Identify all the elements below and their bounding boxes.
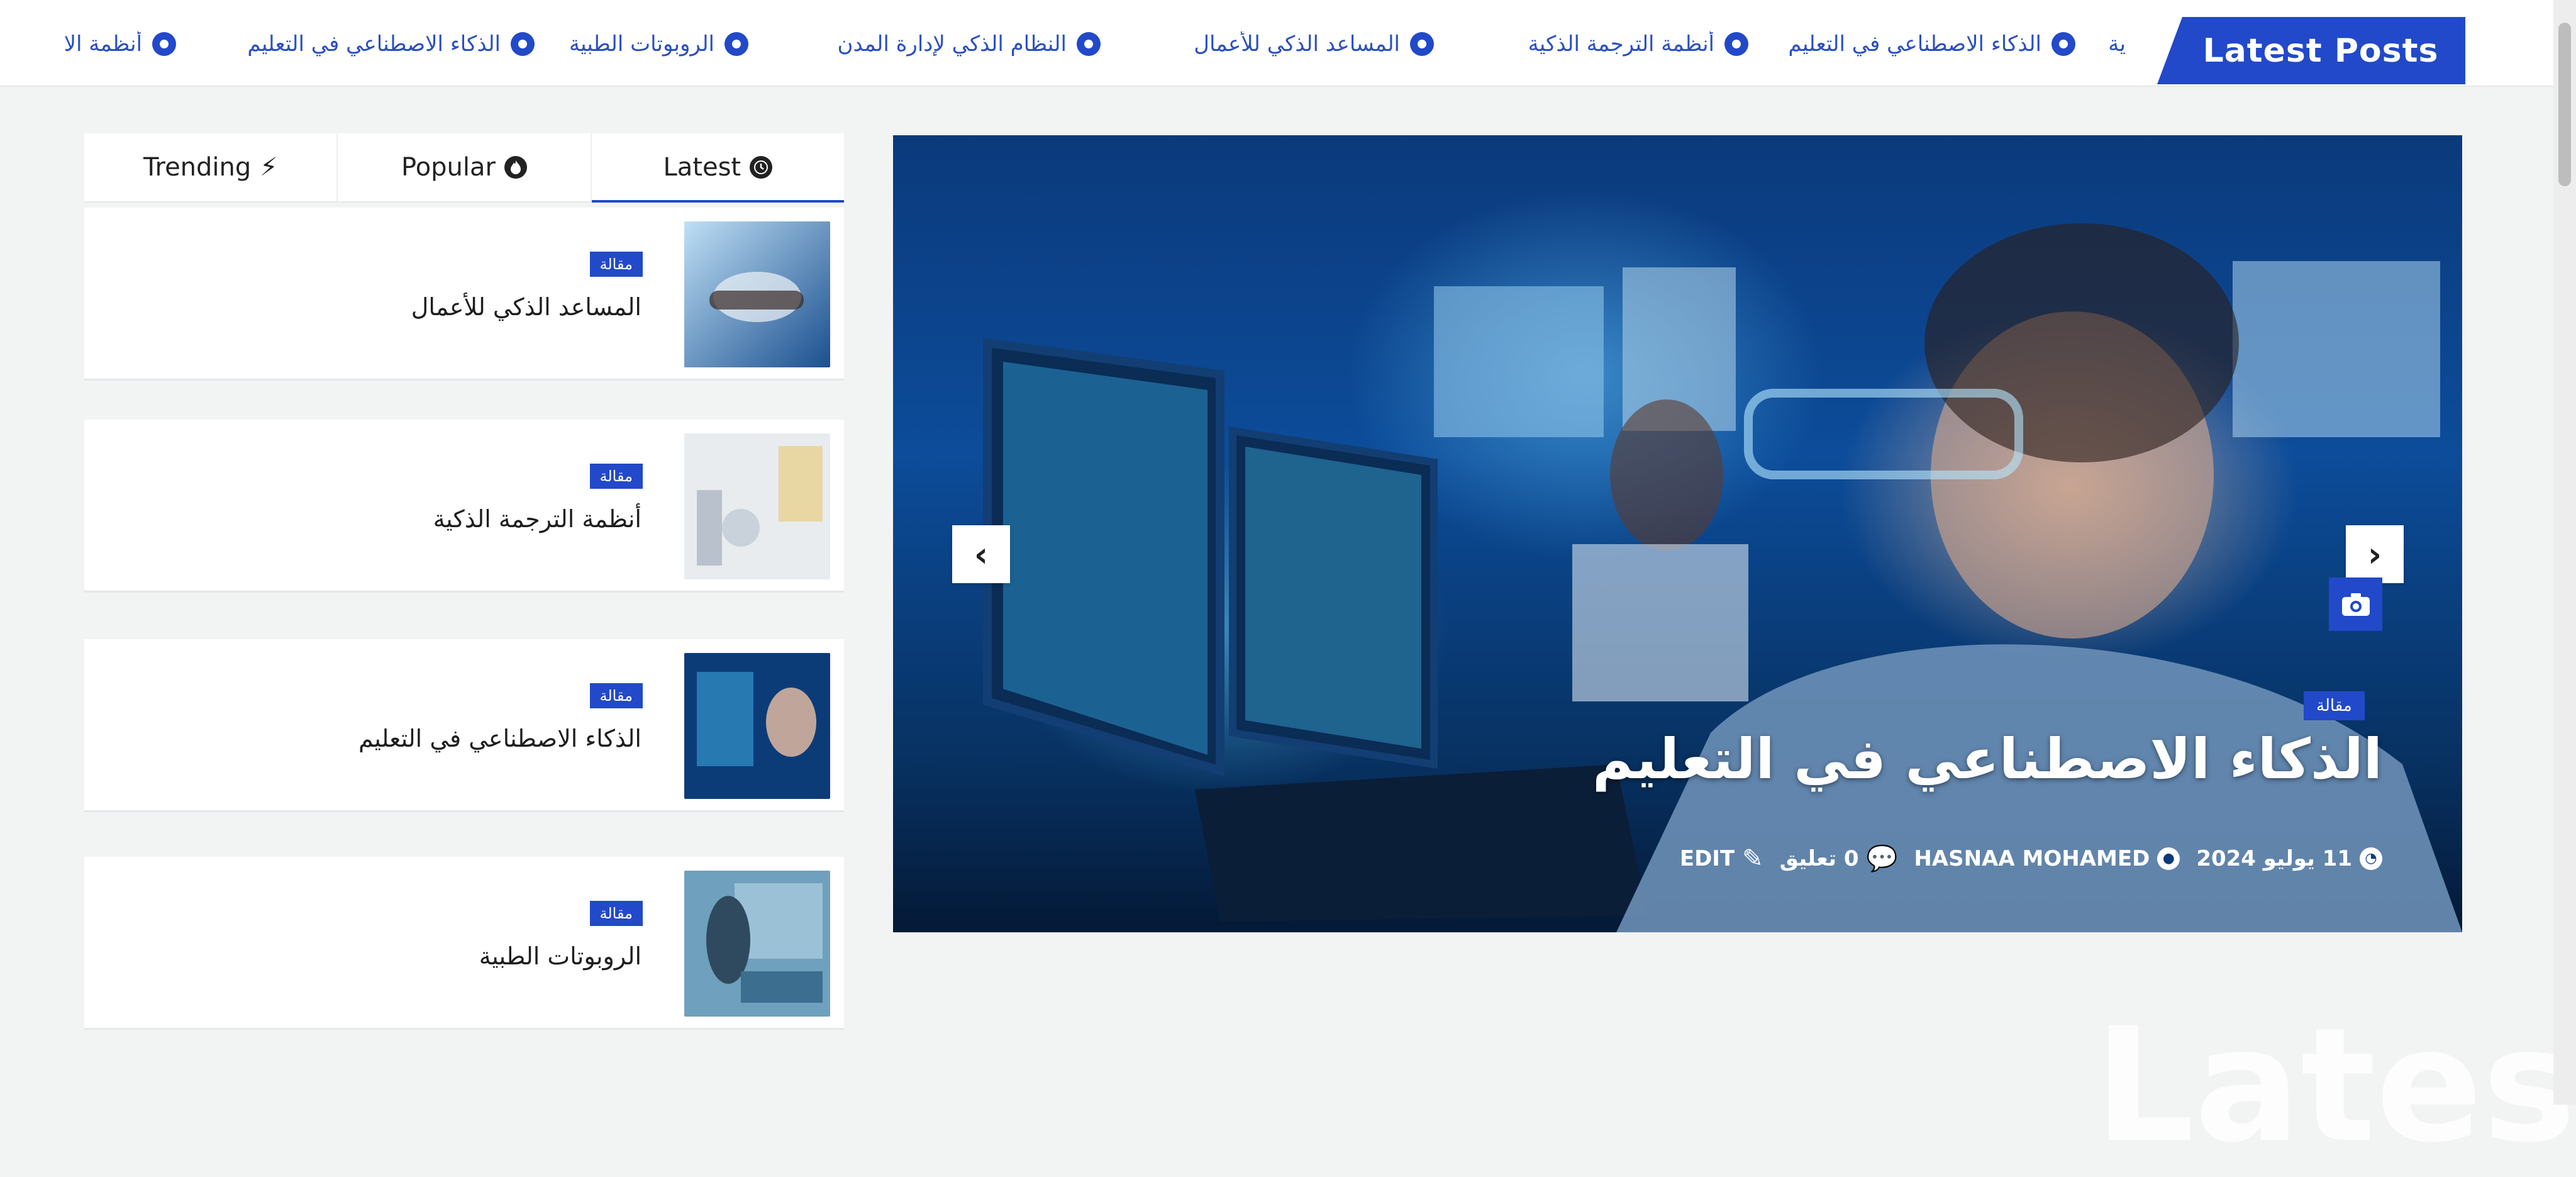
camera-icon bbox=[2341, 593, 2370, 616]
clock-icon: ◔ bbox=[2360, 847, 2382, 870]
post-thumbnail[interactable] bbox=[684, 871, 830, 1017]
meta-author[interactable]: ● HASNAA MOHAMED bbox=[1914, 846, 2180, 871]
user-icon: ● bbox=[2157, 847, 2180, 870]
post-author[interactable]: HASNAA MOHAMED bbox=[1914, 846, 2150, 871]
ticker-item-label[interactable]: الذكاء الاصطناعي في التعليم bbox=[1788, 31, 2041, 57]
category-badge[interactable]: مقالة bbox=[589, 252, 643, 277]
circle-icon bbox=[2051, 32, 2075, 56]
list-item[interactable]: مقالة المساعد الذكي للأعمال bbox=[84, 208, 844, 381]
ticker-item-label[interactable]: الذكاء الاصطناعي في التعليم bbox=[247, 31, 501, 57]
ticker-item[interactable]: المساعد الذكي للأعمال bbox=[1194, 31, 1434, 57]
post-title[interactable]: الذكاء الاصطناعي في التعليم bbox=[358, 725, 641, 752]
tab-trending[interactable]: Trending ⚡ bbox=[84, 133, 338, 201]
post-thumbnail[interactable] bbox=[684, 653, 830, 799]
news-ticker: ية الذكاء الاصطناعي في التعليم أنظمة الت… bbox=[0, 0, 2553, 87]
ticker-item[interactable]: أنظمة الترجمة الذكية bbox=[1528, 31, 1748, 57]
list-item[interactable]: مقالة أنظمة الترجمة الذكية bbox=[84, 420, 844, 593]
chevron-right-icon: › bbox=[2367, 534, 2382, 574]
ticker-label: Latest Posts bbox=[2157, 17, 2465, 84]
slider-prev-button[interactable]: ‹ bbox=[952, 525, 1010, 583]
category-badge[interactable]: مقالة bbox=[589, 464, 643, 489]
clock-icon bbox=[750, 156, 773, 179]
circle-icon bbox=[511, 32, 535, 56]
edit-link[interactable]: EDIT bbox=[1680, 846, 1735, 871]
bolt-icon: ⚡ bbox=[260, 153, 278, 182]
ticker-item[interactable]: الذكاء الاصطناعي في التعليم bbox=[247, 31, 535, 57]
post-thumbnail[interactable] bbox=[684, 221, 830, 367]
category-badge[interactable]: مقالة bbox=[589, 901, 643, 926]
tab-label: Trending bbox=[143, 153, 252, 182]
circle-icon bbox=[1410, 32, 1434, 56]
camera-button[interactable] bbox=[2329, 577, 2382, 631]
slider-next-button[interactable]: › bbox=[2346, 525, 2404, 583]
scrollbar-thumb[interactable] bbox=[2558, 23, 2571, 186]
ticker-item[interactable]: ية bbox=[2108, 31, 2126, 57]
meta-date: ◔ 11 يوليو 2024 bbox=[2196, 846, 2382, 871]
ticker-item[interactable]: الروبوتات الطبية bbox=[569, 31, 748, 57]
chevron-left-icon: ‹ bbox=[974, 534, 989, 574]
section-heading-watermark: Latest bbox=[2094, 994, 2576, 1177]
ticker-item[interactable]: النظام الذكي لإدارة المدن bbox=[838, 31, 1101, 57]
ticker-item[interactable]: أنظمة الا bbox=[64, 31, 176, 57]
ticker-items: ية الذكاء الاصطناعي في التعليم أنظمة الت… bbox=[0, 31, 2126, 75]
comments-icon: 💬 bbox=[1866, 844, 1898, 873]
posts-tabs: Trending ⚡ Popular Latest bbox=[84, 133, 845, 203]
category-badge[interactable]: مقالة bbox=[2304, 691, 2365, 720]
ticker-item-label[interactable]: ية bbox=[2108, 31, 2126, 57]
post-thumbnail[interactable] bbox=[684, 433, 830, 579]
tab-latest[interactable]: Latest bbox=[591, 133, 845, 203]
post-title[interactable]: الروبوتات الطبية bbox=[479, 942, 641, 970]
edit-icon: ✎ bbox=[1742, 844, 1763, 873]
meta-edit[interactable]: ✎ EDIT bbox=[1680, 844, 1763, 873]
slide-illustration bbox=[983, 223, 2462, 932]
circle-icon bbox=[152, 32, 176, 56]
comment-count[interactable]: 0 تعليق bbox=[1780, 846, 1859, 871]
circle-icon bbox=[1077, 32, 1101, 56]
meta-comments[interactable]: 💬 0 تعليق bbox=[1780, 844, 1898, 873]
ticker-item-label[interactable]: النظام الذكي لإدارة المدن bbox=[838, 31, 1067, 57]
featured-slider[interactable]: ‹ › مقالة الذكاء الاصطناعي في التعليم ◔ … bbox=[893, 135, 2462, 932]
circle-icon bbox=[1724, 32, 1748, 56]
list-item[interactable]: مقالة الروبوتات الطبية bbox=[84, 857, 844, 1030]
ticker-item-label[interactable]: أنظمة الا bbox=[64, 31, 142, 57]
tab-label: Popular bbox=[401, 153, 496, 182]
page-scrollbar[interactable] bbox=[2553, 0, 2576, 1105]
slide-title[interactable]: الذكاء الاصطناعي في التعليم bbox=[1592, 727, 2382, 791]
post-title[interactable]: المساعد الذكي للأعمال bbox=[411, 293, 641, 321]
post-meta: ◔ 11 يوليو 2024 ● HASNAA MOHAMED 💬 0 تعل… bbox=[1680, 844, 2382, 873]
post-title[interactable]: أنظمة الترجمة الذكية bbox=[433, 505, 641, 533]
category-badge[interactable]: مقالة bbox=[589, 683, 643, 708]
tab-popular[interactable]: Popular bbox=[338, 133, 592, 201]
post-date: 11 يوليو 2024 bbox=[2196, 845, 2352, 871]
ticker-item-label[interactable]: الروبوتات الطبية bbox=[569, 31, 714, 57]
circle-icon bbox=[724, 32, 748, 56]
flame-icon bbox=[504, 156, 527, 179]
ticker-item-label[interactable]: المساعد الذكي للأعمال bbox=[1194, 31, 1400, 57]
ticker-item-label[interactable]: أنظمة الترجمة الذكية bbox=[1528, 31, 1714, 57]
ticker-item[interactable]: الذكاء الاصطناعي في التعليم bbox=[1788, 31, 2075, 57]
tab-label: Latest bbox=[663, 153, 741, 182]
list-item[interactable]: مقالة الذكاء الاصطناعي في التعليم bbox=[84, 639, 844, 812]
